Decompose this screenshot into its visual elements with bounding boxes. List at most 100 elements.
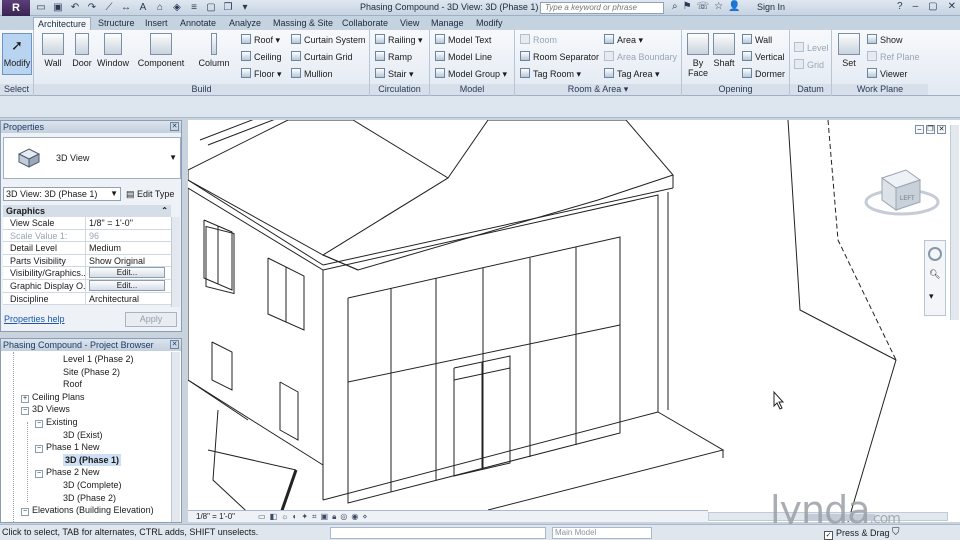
browser-tree-node[interactable]: + Ceiling Plans (21, 391, 85, 403)
detail-level-icon[interactable]: ▭ (258, 511, 266, 522)
type-selector[interactable]: 3D View ▼ (3, 137, 181, 179)
filter-icon[interactable]: ⛉ (892, 527, 900, 538)
sun-path-icon[interactable]: ☼ (281, 511, 288, 522)
browser-tree-node[interactable]: Roof (63, 378, 82, 390)
tab-insert[interactable]: Insert (145, 17, 168, 30)
door-button[interactable]: Door (68, 33, 96, 68)
default-3d-view-icon[interactable]: ⌂ (153, 1, 167, 15)
steering-wheel-icon[interactable] (928, 247, 942, 261)
browser-tree-node[interactable]: Site (Phase 2) (63, 366, 120, 378)
minimize-icon[interactable]: – (913, 1, 919, 12)
edit-type-button[interactable]: ▤ Edit Type (126, 187, 174, 201)
canvas-vertical-scrollbar[interactable] (950, 125, 959, 320)
view-scale-button[interactable]: 1/8" = 1'-0" (196, 511, 235, 522)
property-value[interactable]: Medium (86, 242, 171, 254)
user-icon[interactable]: 👤 (728, 1, 740, 12)
select-panel-label[interactable]: Select (0, 84, 33, 95)
wall-button[interactable]: Wall (38, 33, 68, 68)
thin-lines-icon[interactable]: ≡ (187, 1, 201, 15)
graphic-display-edit-button[interactable]: Edit... (89, 279, 165, 291)
work-plane-panel-label[interactable]: Work Plane (832, 84, 928, 95)
browser-tree-node[interactable]: −3D Views (21, 403, 70, 416)
property-row[interactable]: Graphic Display O... Edit... (3, 279, 171, 293)
property-row[interactable]: Discipline Architectural (3, 292, 171, 306)
browser-tree-node[interactable]: − Elevations (Building Elevation) (21, 504, 154, 517)
viewcube[interactable]: LEFT (862, 160, 942, 220)
browser-tree-node[interactable]: − Phase 1 New (35, 441, 100, 454)
crop-view-icon[interactable]: ⌗ (312, 511, 317, 522)
stair-button[interactable]: Stair ▾ (375, 68, 414, 81)
temporary-hide-icon[interactable]: ◎ (340, 511, 347, 522)
wall-opening-button[interactable]: Wall (742, 34, 772, 47)
shaft-button[interactable]: Shaft (711, 33, 737, 68)
instance-filter-dropdown[interactable]: 3D View: 3D (Phase 1) ▼ (3, 187, 121, 201)
property-row[interactable]: Detail Level Medium (3, 242, 171, 255)
switch-windows-icon[interactable]: ❐ (221, 1, 235, 15)
analytical-model-icon[interactable]: ⋄ (362, 511, 367, 522)
collapse-icon[interactable]: − (35, 470, 43, 479)
column-button[interactable]: Column (196, 33, 232, 68)
rendering-icon[interactable]: ✦ (301, 511, 308, 522)
curtain-grid-button[interactable]: Curtain Grid (291, 51, 353, 64)
application-menu-button[interactable]: R (2, 0, 30, 16)
close-hidden-windows-icon[interactable]: ▢ (204, 1, 218, 15)
viewer-button[interactable]: Viewer (867, 68, 907, 81)
minimize-icon[interactable]: – (915, 125, 924, 134)
section-icon[interactable]: ◈ (170, 1, 184, 15)
curtain-system-button[interactable]: Curtain System (291, 34, 366, 47)
tab-massing-site[interactable]: Massing & Site (273, 17, 333, 30)
communication-center-icon[interactable]: ☏ (697, 1, 710, 12)
reveal-hidden-icon[interactable]: ◉ (351, 511, 358, 522)
grid-button[interactable]: Grid (794, 59, 824, 72)
browser-tree-node[interactable]: − Existing (35, 416, 78, 428)
tag-area-button[interactable]: Tag Area ▾ (604, 68, 660, 81)
by-face-button[interactable]: By Face (685, 33, 711, 78)
search-icon[interactable]: ⌕ (672, 1, 678, 12)
lock-3d-view-icon[interactable]: 🔒︎ (332, 511, 336, 522)
room-separator-button[interactable]: Room Separator (520, 51, 599, 64)
close-icon[interactable]: ✕ (170, 122, 179, 131)
railing-button[interactable]: Railing ▾ (375, 34, 423, 47)
circulation-panel-label[interactable]: Circulation (370, 84, 429, 95)
favorites-icon[interactable]: ☆ (714, 1, 723, 12)
model-line-button[interactable]: Model Line (435, 51, 492, 64)
apply-button[interactable]: Apply (125, 312, 177, 327)
model-text-button[interactable]: Model Text (435, 34, 491, 47)
redo-icon[interactable]: ↷ (85, 1, 99, 15)
browser-tree-node[interactable]: Level 1 (Phase 2) (63, 353, 134, 365)
aligned-dimension-icon[interactable]: ↔ (119, 1, 133, 15)
undo-icon[interactable]: ↶ (68, 1, 82, 15)
search-input[interactable]: Type a keyword or phrase (540, 2, 664, 14)
mullion-button[interactable]: Mullion (291, 68, 333, 81)
property-row[interactable]: View Scale 1/8" = 1'-0" (3, 217, 171, 230)
maximize-icon[interactable]: ▢ (928, 1, 937, 12)
property-value[interactable]: Show Original (86, 255, 171, 267)
show-work-plane-button[interactable]: Show (867, 34, 903, 47)
area-button[interactable]: Area ▾ (604, 34, 643, 47)
tab-manage[interactable]: Manage (431, 17, 464, 30)
subscription-icon[interactable]: ⚑ (683, 1, 692, 12)
visual-style-icon[interactable]: ◧ (270, 511, 278, 522)
floor-button[interactable]: Floor ▾ (241, 68, 282, 81)
set-work-plane-button[interactable]: Set (836, 33, 862, 68)
close-icon[interactable]: ✕ (170, 340, 179, 349)
collapse-icon[interactable]: − (21, 508, 29, 517)
group-header-graphics[interactable]: Graphics ⌃ (3, 205, 171, 217)
browser-scrollbar[interactable] (171, 352, 180, 522)
shadows-icon[interactable]: ◐ (292, 511, 297, 522)
collapse-icon[interactable]: − (35, 445, 43, 454)
browser-tree-node[interactable]: − Phase 2 New (35, 466, 100, 479)
vertical-opening-button[interactable]: Vertical (742, 51, 785, 64)
datum-panel-label[interactable]: Datum (790, 84, 831, 95)
tag-room-button[interactable]: Tag Room ▾ (520, 68, 581, 81)
dormer-button[interactable]: Dormer (742, 68, 785, 81)
close-icon[interactable]: ✕ (937, 125, 946, 134)
ramp-button[interactable]: Ramp (375, 51, 412, 64)
help-icon[interactable]: ? (897, 1, 903, 12)
browser-tree-node[interactable]: 3D (Complete) (63, 479, 122, 491)
visibility-graphics-edit-button[interactable]: Edit... (89, 267, 165, 279)
close-icon[interactable]: ✕ (948, 1, 956, 12)
navigation-options-icon[interactable]: ▾ (929, 291, 934, 302)
tag-icon[interactable]: A (136, 1, 150, 15)
open-icon[interactable]: ▭ (34, 1, 48, 15)
